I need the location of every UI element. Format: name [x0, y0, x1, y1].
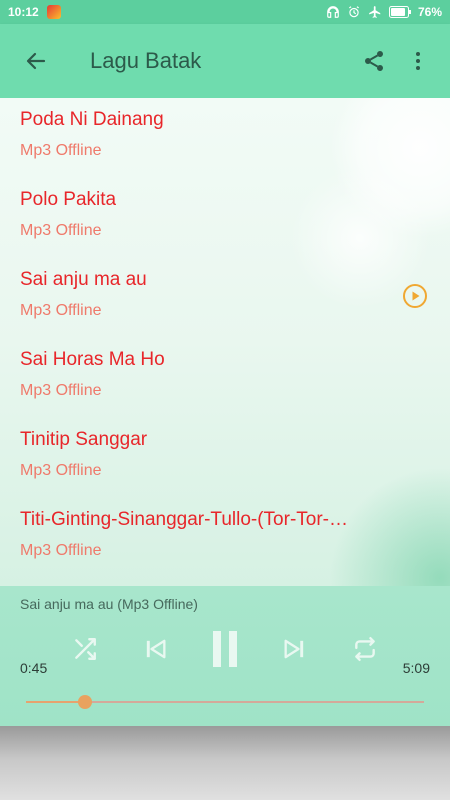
song-item[interactable]: Sai Horas Ma Ho Mp3 Offline — [0, 338, 450, 418]
song-title: Sai anju ma au — [20, 269, 147, 290]
bottom-ad-area — [0, 726, 450, 800]
battery-level: 76% — [417, 5, 442, 19]
shuffle-icon — [75, 638, 96, 660]
song-title: Poda Ni Dainang — [20, 109, 164, 130]
back-button[interactable] — [8, 33, 64, 89]
headset-icon — [327, 6, 339, 18]
song-item[interactable]: Titi-Ginting-Sinanggar-Tullo-(Tor-Tor-… … — [0, 498, 450, 578]
status-icons: 76% — [326, 5, 442, 19]
song-subtitle: Mp3 Offline — [20, 382, 102, 399]
repeat-icon — [355, 636, 375, 662]
elapsed-time: 0:45 — [20, 660, 48, 676]
seek-thumb[interactable] — [78, 695, 93, 709]
song-item[interactable]: Poda Ni Dainang Mp3 Offline — [0, 98, 450, 178]
song-item-now-playing[interactable]: Sai anju ma au Mp3 Offline — [0, 258, 450, 338]
share-button[interactable] — [352, 37, 396, 85]
song-title: Sai Horas Ma Ho — [20, 349, 165, 370]
skip-next-icon — [284, 639, 304, 659]
pause-icon — [213, 631, 237, 667]
song-subtitle: Mp3 Offline — [20, 542, 102, 559]
song-title: Polo Pakita — [20, 189, 117, 210]
more-vert-icon — [416, 52, 420, 70]
alarm-icon — [348, 6, 359, 18]
total-time: 5:09 — [402, 660, 430, 676]
share-icon — [365, 51, 383, 71]
now-playing-label: Sai anju ma au (Mp3 Offline) — [20, 596, 198, 612]
play-circle-icon[interactable] — [402, 283, 428, 309]
next-button[interactable] — [273, 626, 317, 672]
app-bar: Lagu Batak — [0, 24, 450, 98]
play-pause-button[interactable] — [203, 626, 247, 672]
arrow-back-icon — [26, 52, 46, 70]
status-time: 10:12 — [8, 5, 39, 19]
seek-bar[interactable] — [26, 695, 424, 709]
more-options-button[interactable] — [396, 37, 440, 85]
song-title: Titi-Ginting-Sinanggar-Tullo-(Tor-Tor-… — [20, 509, 349, 530]
battery-icon — [388, 6, 411, 18]
airplane-mode-icon — [369, 6, 381, 18]
song-subtitle: Mp3 Offline — [20, 302, 102, 319]
status-bar: 10:12 76% — [0, 0, 450, 24]
song-item[interactable]: Polo Pakita Mp3 Offline — [0, 178, 450, 258]
song-item[interactable]: Tinitip Sanggar Mp3 Offline — [0, 418, 450, 498]
previous-button[interactable] — [133, 626, 177, 672]
song-subtitle: Mp3 Offline — [20, 142, 102, 159]
app-notification-icon — [46, 5, 61, 19]
song-list: Poda Ni Dainang Mp3 Offline Polo Pakita … — [0, 98, 450, 586]
page-title: Lagu Batak — [90, 48, 202, 73]
song-title: Tinitip Sanggar — [20, 429, 148, 450]
player-panel: Sai anju ma au (Mp3 Offline) 0:45 5:09 — [0, 586, 450, 726]
player-controls — [0, 626, 450, 672]
song-subtitle: Mp3 Offline — [20, 222, 102, 239]
seek-progress — [26, 701, 86, 703]
shuffle-button[interactable] — [63, 626, 107, 672]
song-subtitle: Mp3 Offline — [20, 462, 102, 479]
repeat-button[interactable] — [343, 626, 387, 672]
skip-previous-icon — [146, 639, 166, 659]
